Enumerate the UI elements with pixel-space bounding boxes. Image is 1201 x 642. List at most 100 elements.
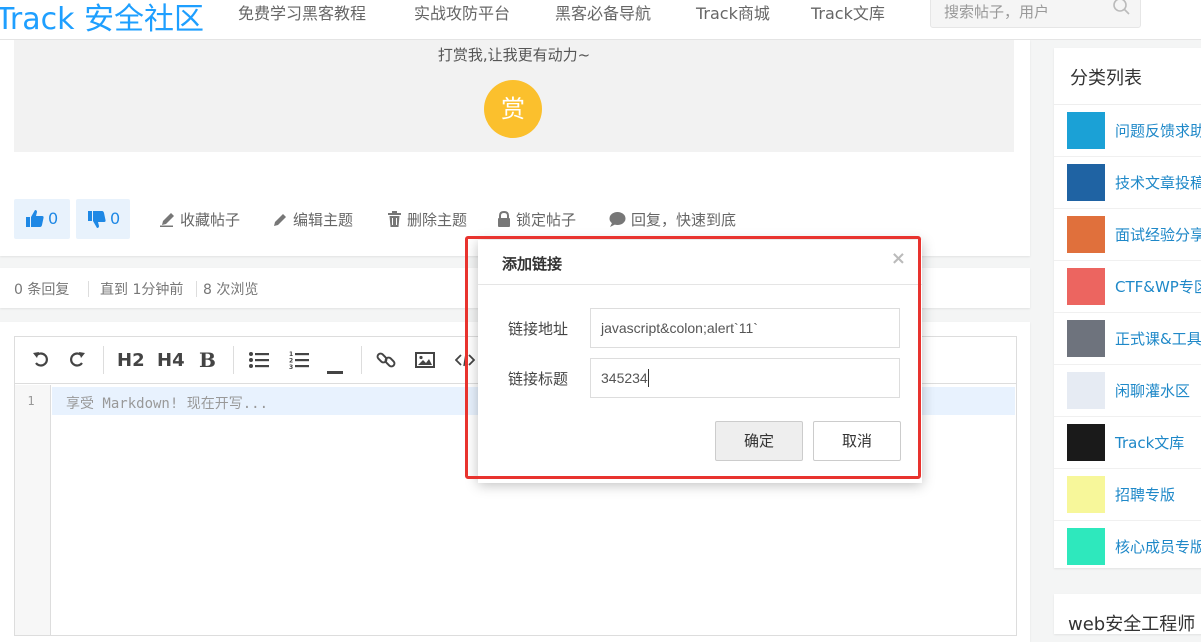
editor-placeholder[interactable]: 享受 Markdown! 现在开写...: [66, 393, 268, 413]
pencil-icon: [160, 213, 174, 227]
edit-icon: [274, 214, 286, 226]
dislike-button[interactable]: 0: [76, 199, 130, 239]
category-label[interactable]: 问题反馈求助: [1115, 120, 1201, 141]
svg-text:3: 3: [289, 364, 293, 370]
heading-4-button[interactable]: H4: [157, 350, 185, 371]
category-item[interactable]: 问题反馈求助: [1054, 105, 1201, 157]
toolbar-divider: [361, 346, 362, 374]
bold-button[interactable]: B: [199, 348, 216, 372]
category-label[interactable]: 面试经验分享: [1115, 224, 1201, 245]
redo-icon[interactable]: [68, 350, 86, 373]
category-item[interactable]: 招聘专版: [1054, 469, 1201, 521]
category-label[interactable]: CTF&WP专区: [1115, 276, 1201, 297]
dialog-divider: [478, 284, 922, 285]
unordered-list-icon[interactable]: [249, 352, 269, 373]
line-number: 1: [27, 394, 35, 408]
category-color-swatch: [1067, 476, 1105, 513]
view-count: 8 次浏览: [203, 282, 259, 298]
search-input[interactable]: 搜索帖子，用户: [930, 0, 1141, 28]
category-label[interactable]: 闲聊灌水区: [1115, 380, 1190, 401]
link-icon[interactable]: [376, 350, 396, 375]
line-gutter: 1: [15, 385, 51, 635]
category-item[interactable]: 面试经验分享: [1054, 209, 1201, 261]
category-item[interactable]: 正式课&工具: [1054, 313, 1201, 365]
cancel-button[interactable]: 取消: [813, 421, 901, 461]
toolbar-divider: [103, 346, 104, 374]
reply-count: 0 条回复: [14, 282, 70, 298]
stats-divider: [88, 281, 89, 297]
reply-label: 回复，快速到底: [631, 211, 737, 229]
category-color-swatch: [1067, 268, 1105, 305]
horizontal-rule-icon[interactable]: [327, 359, 343, 380]
category-label[interactable]: 正式课&工具: [1115, 328, 1201, 349]
post-footer-card: 打赏我,让我更有动力~ 赏 0 0 收藏帖子 编辑主题 删除主题 锁定帖子 回复…: [0, 40, 1030, 256]
thumbs-down-icon: [88, 211, 106, 228]
dislike-count: 0: [110, 209, 121, 228]
comment-icon: [609, 212, 626, 227]
nav-link-shop[interactable]: Track商城: [696, 0, 770, 24]
url-input[interactable]: javascript&colon;alert`11`: [590, 308, 900, 348]
category-color-swatch: [1067, 112, 1105, 149]
category-item[interactable]: 闲聊灌水区: [1054, 365, 1201, 417]
sidebar-card-title: web安全工程师: [1068, 614, 1196, 634]
add-link-dialog: 添加链接 × 链接地址 javascript&colon;alert`11` 链…: [478, 240, 922, 483]
trash-icon: [388, 211, 401, 227]
nav-link-tutorials[interactable]: 免费学习黑客教程: [238, 0, 366, 24]
undo-icon[interactable]: [32, 350, 50, 373]
search-icon[interactable]: [1112, 0, 1132, 21]
lock-label: 锁定帖子: [516, 211, 577, 229]
sidebar-card-web-engineer: web安全工程师: [1054, 594, 1201, 634]
delete-label: 删除主题: [407, 211, 468, 229]
reward-text: 打赏我,让我更有动力~: [437, 46, 591, 64]
like-count: 0: [48, 209, 59, 228]
site-logo[interactable]: Track 安全社区: [0, 0, 204, 38]
like-button[interactable]: 0: [14, 199, 70, 239]
nav-link-library[interactable]: Track文库: [811, 0, 885, 24]
category-color-swatch: [1067, 216, 1105, 253]
link-title-value: 345234: [601, 370, 648, 386]
category-color-swatch: [1067, 528, 1105, 565]
reply-jump-button[interactable]: 回复，快速到底: [609, 209, 736, 230]
title-label: 链接标题: [508, 370, 569, 388]
image-icon[interactable]: [415, 352, 435, 373]
ordered-list-icon[interactable]: 123: [289, 350, 309, 375]
confirm-button[interactable]: 确定: [715, 421, 803, 461]
dialog-title: 添加链接: [502, 255, 563, 273]
top-navbar: Track 安全社区 免费学习黑客教程 实战攻防平台 黑客必备导航 Track商…: [0, 0, 1201, 40]
category-label[interactable]: 核心成员专版: [1115, 536, 1201, 557]
category-list: 分类列表 问题反馈求助 技术文章投稿 面试经验分享 CTF&WP专区 正式课&工具 闲聊灌…: [1054, 48, 1201, 568]
category-color-swatch: [1067, 320, 1105, 357]
lock-icon: [498, 210, 510, 227]
lock-post-button[interactable]: 锁定帖子: [497, 209, 576, 230]
category-item[interactable]: 核心成员专版: [1054, 521, 1201, 568]
close-icon[interactable]: ×: [891, 248, 906, 269]
reward-box: 打赏我,让我更有动力~ 赏: [14, 40, 1014, 152]
category-color-swatch: [1067, 424, 1105, 461]
code-icon[interactable]: [454, 352, 476, 373]
link-title-input[interactable]: 345234: [590, 358, 900, 398]
url-label: 链接地址: [508, 320, 569, 338]
favorite-label: 收藏帖子: [180, 211, 241, 229]
last-update: 直到 1分钟前: [100, 282, 184, 298]
category-color-swatch: [1067, 164, 1105, 201]
nav-link-platform[interactable]: 实战攻防平台: [414, 0, 510, 24]
delete-topic-button[interactable]: 删除主题: [387, 209, 467, 230]
category-list-title: 分类列表: [1070, 68, 1142, 89]
category-label[interactable]: Track文库: [1115, 432, 1184, 453]
category-item[interactable]: Track文库: [1054, 417, 1201, 469]
category-label[interactable]: 技术文章投稿: [1115, 172, 1201, 193]
thumbs-up-icon: [26, 210, 44, 227]
category-color-swatch: [1067, 372, 1105, 409]
search-placeholder: 搜索帖子，用户: [944, 3, 1050, 21]
category-item[interactable]: 技术文章投稿: [1054, 157, 1201, 209]
edit-label: 编辑主题: [293, 211, 354, 229]
category-item[interactable]: CTF&WP专区: [1054, 261, 1201, 313]
heading-2-button[interactable]: H2: [117, 350, 145, 371]
edit-topic-button[interactable]: 编辑主题: [273, 209, 353, 230]
toolbar-divider: [233, 346, 234, 374]
stats-divider: [196, 281, 197, 297]
nav-link-navigation[interactable]: 黑客必备导航: [555, 0, 651, 24]
favorite-button[interactable]: 收藏帖子: [160, 209, 240, 230]
category-label[interactable]: 招聘专版: [1115, 484, 1175, 505]
reward-button[interactable]: 赏: [484, 80, 542, 138]
